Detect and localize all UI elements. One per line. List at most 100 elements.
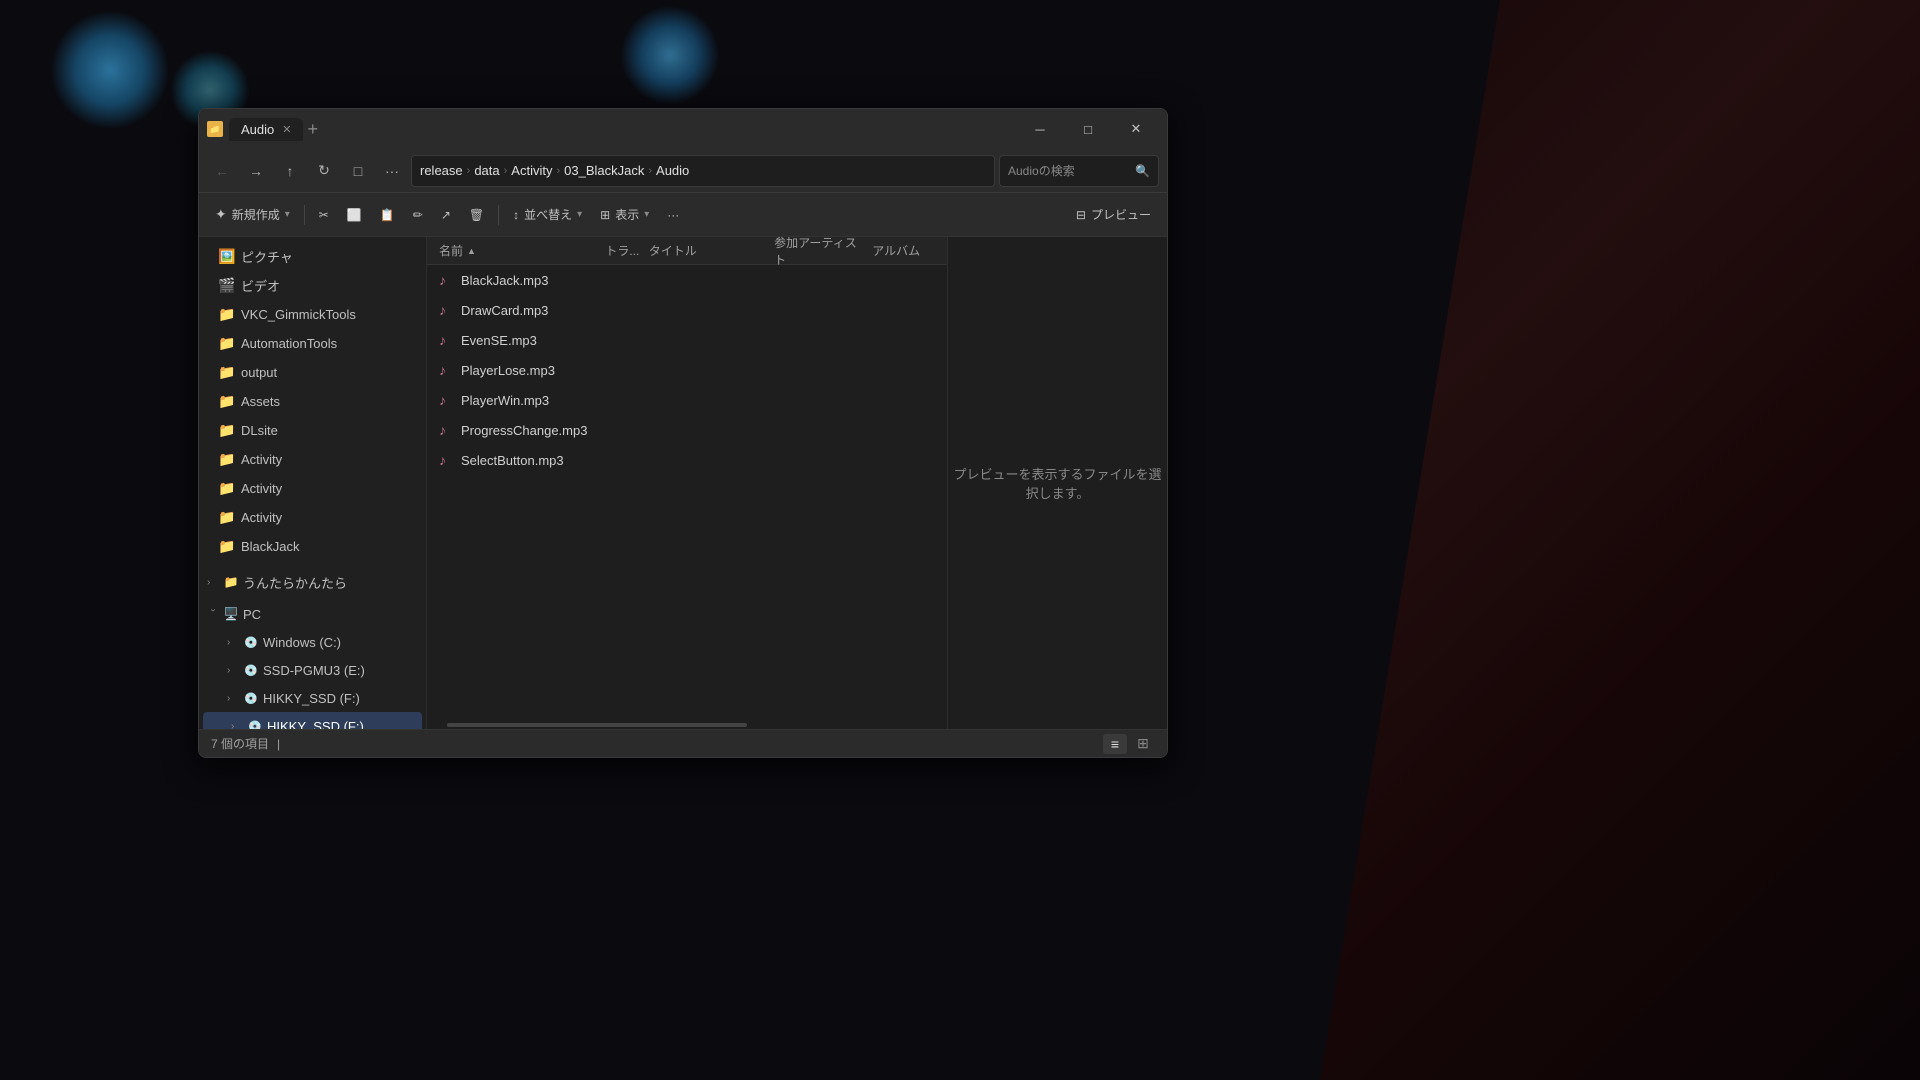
activity2-label: Activity [241, 481, 414, 496]
copy-button[interactable]: ⬜ [339, 199, 370, 231]
preview-button[interactable]: ⊟ プレビュー [1068, 199, 1159, 231]
untara-expand-icon: › [207, 577, 219, 588]
section-untara: › 📁 うんたらかんたら [199, 568, 426, 596]
toolbar-separator-2 [498, 205, 499, 225]
toolbar-separator-1 [304, 205, 305, 225]
more-button[interactable]: ··· [659, 199, 687, 231]
sidebar-item-dlsite[interactable]: 📁 DLsite 📌 [203, 416, 422, 444]
table-row[interactable]: ♪ SelectButton.mp3 [431, 446, 943, 474]
section-untara-header[interactable]: › 📁 うんたらかんたら [199, 568, 426, 596]
output-label: output [241, 365, 394, 380]
file-name: EvenSE.mp3 [461, 333, 615, 348]
search-bar[interactable]: Audioの検索 🔍 [999, 155, 1159, 187]
paste-icon: 📋 [380, 208, 395, 222]
file-pane: 名前 ▲ トラ... タイトル 参加アーティスト アルバム [427, 237, 947, 721]
table-row[interactable]: ♪ EvenSE.mp3 [431, 326, 943, 354]
dlsite-icon: 📁 [219, 422, 235, 438]
breadcrumb-data[interactable]: data [474, 163, 499, 178]
col-header-artist[interactable]: 参加アーティスト [770, 237, 868, 268]
sidebar-item-assets[interactable]: 📁 Assets 📌 [203, 387, 422, 415]
forward-button[interactable]: → [241, 156, 271, 186]
col-header-name[interactable]: 名前 ▲ [435, 242, 601, 259]
address-bar[interactable]: release › data › Activity › 03_BlackJack… [411, 155, 995, 187]
list-view-button[interactable]: ≡ [1103, 734, 1127, 754]
horizontal-scrollbar[interactable] [427, 721, 947, 729]
blackjack-icon: 📁 [219, 538, 235, 554]
audio-file-icon: ♪ [439, 362, 455, 378]
delete-icon: 🗑 [469, 208, 484, 222]
sidebar-item-blackjack[interactable]: 📁 BlackJack [203, 532, 422, 560]
sidebar-item-activity2[interactable]: 📁 Activity [203, 474, 422, 502]
table-row[interactable]: ♪ PlayerWin.mp3 [431, 386, 943, 414]
col-header-track[interactable]: トラ... [601, 242, 644, 259]
sidebar-item-windows[interactable]: › 💿 Windows (C:) [199, 628, 426, 656]
breadcrumb-release[interactable]: release [420, 163, 463, 178]
automation-icon: 📁 [219, 335, 235, 351]
minimize-button[interactable]: ─ [1017, 113, 1063, 145]
view-button[interactable]: ⊞ 表示 ▾ [592, 199, 657, 231]
sidebar-item-ssd-pgmu3-e[interactable]: › 💿 SSD-PGMU3 (E:) [199, 656, 426, 684]
col-header-album[interactable]: アルバム [868, 242, 939, 259]
new-button[interactable]: ✦ 新規作成 ▾ [207, 199, 298, 231]
video-icon: 🎬 [219, 277, 235, 293]
window-controls: ─ □ ✕ [1017, 113, 1159, 145]
sidebar-item-automation[interactable]: 📁 AutomationTools 📌 [203, 329, 422, 357]
sidebar-item-video[interactable]: 🎬 ビデオ 📌 [203, 271, 422, 299]
new-tab-button[interactable]: + [307, 119, 318, 140]
share-icon: ↗ [441, 208, 451, 222]
sort-button[interactable]: ↕ 並べ替え ▾ [505, 199, 590, 231]
activity3-label: Activity [241, 510, 414, 525]
sidebar-item-hikky-ssd-f1[interactable]: › 💿 HIKKY_SSD (F:) [199, 684, 426, 712]
table-row[interactable]: ♪ BlackJack.mp3 [431, 266, 943, 294]
sidebar-item-hikky-ssd-f2[interactable]: › 💿 HIKKY_SSD (F:) [203, 712, 422, 729]
breadcrumb-activity[interactable]: Activity [511, 163, 552, 178]
more-nav-button[interactable]: ··· [377, 156, 407, 186]
vkc-icon: 📁 [219, 306, 235, 322]
close-button[interactable]: ✕ [1113, 113, 1159, 145]
scrollbar-thumb[interactable] [447, 723, 747, 727]
breadcrumb-03blackjack[interactable]: 03_BlackJack [564, 163, 644, 178]
name-sort-icon: ▲ [467, 246, 476, 256]
file-list-pane: 名前 ▲ トラ... タイトル 参加アーティスト アルバム [427, 237, 947, 729]
maximize-button[interactable]: □ [1065, 113, 1111, 145]
pc-label: PC [243, 607, 261, 622]
paste-button[interactable]: 📋 [372, 199, 403, 231]
title-bar: 📁 Audio ✕ + ─ □ ✕ [199, 109, 1167, 149]
nav-bar: ← → ↑ ↻ □ ··· release › data › Activity … [199, 149, 1167, 193]
up-button[interactable]: ↑ [275, 156, 305, 186]
toolbar: ✦ 新規作成 ▾ ✂ ⬜ 📋 ✏ ↗ 🗑 ↕ 並べ替え ▾ ⊞ [199, 193, 1167, 237]
grid-view-button[interactable]: ⊞ [1131, 734, 1155, 754]
sidebar-item-activity1[interactable]: 📁 Activity [203, 445, 422, 473]
window-icon: 📁 [207, 121, 223, 137]
file-name: PlayerLose.mp3 [461, 363, 615, 378]
table-row[interactable]: ♪ ProgressChange.mp3 [431, 416, 943, 444]
view-label: 表示 [615, 206, 639, 223]
recent-locations-button[interactable]: □ [343, 156, 373, 186]
table-row[interactable]: ♪ PlayerLose.mp3 [431, 356, 943, 384]
sidebar-item-pictures[interactable]: 🖼️ ピクチャ 📌 [203, 242, 422, 270]
preview-icon: ⊟ [1076, 208, 1086, 222]
breadcrumb-audio[interactable]: Audio [656, 163, 689, 178]
tab-close-button[interactable]: ✕ [282, 123, 291, 136]
preview-empty-text: プレビューを表示するファイルを選択します。 [948, 464, 1167, 502]
status-bar: 7 個の項目 | ≡ ⊞ [199, 729, 1167, 757]
rename-icon: ✏ [413, 208, 423, 222]
col-header-title[interactable]: タイトル [645, 242, 770, 259]
refresh-button[interactable]: ↻ [309, 156, 339, 186]
main-content: 🖼️ ピクチャ 📌 🎬 ビデオ 📌 📁 VKC_GimmickTools 📌 📁… [199, 237, 1167, 729]
sidebar-item-output[interactable]: 📁 output 📌 [203, 358, 422, 386]
section-pc-header[interactable]: › 🖥️ PC [199, 600, 426, 628]
cut-button[interactable]: ✂ [311, 199, 337, 231]
bg-orb-1 [50, 10, 170, 130]
share-button[interactable]: ↗ [433, 199, 459, 231]
window-tab[interactable]: Audio ✕ [229, 118, 303, 141]
sidebar-item-activity3[interactable]: 📁 Activity [203, 503, 422, 531]
ssd-e-expand-icon: › [227, 665, 239, 676]
back-button[interactable]: ← [207, 156, 237, 186]
table-row[interactable]: ♪ DrawCard.mp3 [431, 296, 943, 324]
delete-button[interactable]: 🗑 [461, 199, 492, 231]
sidebar: 🖼️ ピクチャ 📌 🎬 ビデオ 📌 📁 VKC_GimmickTools 📌 📁… [199, 237, 427, 729]
pictures-icon: 🖼️ [219, 248, 235, 264]
rename-button[interactable]: ✏ [405, 199, 431, 231]
sidebar-item-vkc[interactable]: 📁 VKC_GimmickTools 📌 [203, 300, 422, 328]
